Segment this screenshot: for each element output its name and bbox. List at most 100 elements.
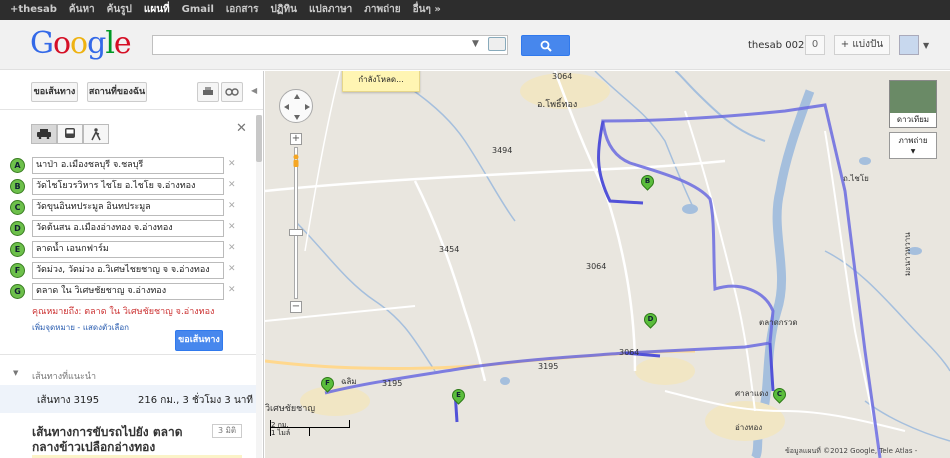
waypoint-input-a[interactable]: นาป่า อ.เมืองชลบุรี จ.ชลบุรี — [32, 157, 224, 174]
triangle-down-icon[interactable]: ▼ — [13, 369, 18, 377]
topbar-calendar-link[interactable]: ปฏิทิน — [264, 0, 303, 20]
map-label: 3454 — [439, 245, 460, 254]
share-button[interactable]: + แบ่งปัน — [834, 35, 890, 55]
topbar-docs-link[interactable]: เอกสาร — [220, 0, 265, 20]
marker-e-icon[interactable]: E — [10, 242, 25, 257]
pan-arrows-icon — [284, 94, 310, 120]
3d-view-button[interactable]: 3 มิติ — [212, 424, 242, 438]
remove-waypoint-icon[interactable]: ✕ — [228, 159, 236, 169]
google-top-bar: +thesab ค้นหา ค้นรูป แผนที่ Gmail เอกสาร… — [0, 0, 950, 20]
print-icon[interactable] — [197, 82, 219, 102]
marker-g-icon[interactable]: G — [10, 284, 25, 299]
notification-count[interactable]: 0 — [805, 35, 825, 55]
get-directions-tab[interactable]: ขอเส้นทาง — [31, 82, 78, 102]
loading-indicator: กำลังโหลด... — [342, 71, 420, 92]
zoom-track[interactable] — [294, 147, 298, 299]
map-label: 3064 — [552, 72, 573, 81]
collapse-panel-icon[interactable]: ◀ — [251, 86, 257, 95]
search-input[interactable] — [152, 35, 508, 55]
pan-control[interactable] — [279, 89, 313, 123]
map-label: 3064 — [586, 262, 607, 271]
zoom-handle[interactable] — [289, 229, 303, 236]
map-canvas[interactable]: กำลังโหลด... อ.โพธิ์ทอง 3064 3494 ถ.ไชโย… — [265, 71, 950, 458]
map-label: 3195 — [538, 362, 559, 371]
zoom-slider[interactable]: + − — [288, 133, 304, 313]
topbar-photos-link[interactable]: ภาพถ่าย — [358, 0, 406, 20]
topbar-gmail-link[interactable]: Gmail — [176, 0, 220, 20]
chevron-down-icon: ▼ — [910, 148, 916, 155]
photos-label: ภาพถ่าย — [898, 136, 928, 145]
map-label: อ.โพธิ์ทอง — [537, 100, 578, 110]
suggested-routes-title: เส้นทางที่แนะนำ — [32, 372, 97, 382]
link-icon[interactable] — [221, 82, 243, 102]
header: Google ▼ thesab 002 0 + แบ่งปัน ▼ — [0, 20, 950, 70]
waypoint-input-e[interactable]: ลาดน้ำ เอนกฟาร์ม — [32, 241, 224, 258]
marker-f-icon[interactable]: F — [10, 263, 25, 278]
search-button[interactable] — [521, 35, 570, 56]
get-directions-button[interactable]: ขอเส้นทาง — [175, 330, 223, 351]
divider — [0, 109, 263, 110]
walking-icon — [91, 128, 101, 141]
waypoint-input-b[interactable]: วัดไชโยวรวิหาร ไชโย อ.ไชโย จ.อ่างทอง — [32, 178, 224, 195]
map-label: 3494 — [492, 146, 513, 155]
waypoint-input-d[interactable]: วัดต้นสน อ.เมืองอ่างทอง จ.อ่างทอง — [32, 220, 224, 237]
topbar-more-link[interactable]: อื่นๆ » — [407, 0, 447, 20]
close-icon[interactable]: ✕ — [236, 121, 247, 136]
scrollbar-thumb[interactable] — [256, 115, 262, 162]
satellite-button[interactable]: ดาวเทียม — [889, 80, 937, 128]
topbar-maps-link[interactable]: แผนที่ — [138, 0, 176, 20]
scale-mi: 1 ไมล์ — [271, 429, 291, 437]
zoom-in-button[interactable]: + — [290, 133, 302, 145]
map-label: 3064 — [619, 348, 640, 357]
directions-panel: ขอเส้นทาง สถานที่ของฉัน ◀ ✕ A นาป่า อ.เม… — [0, 71, 264, 458]
topbar-images-link[interactable]: ค้นรูป — [101, 0, 138, 20]
route-stats: 216 กม., 3 ชั่วโมง 3 นาที — [138, 395, 253, 406]
map-label: ถ.ไชโย — [843, 174, 869, 183]
photos-layer-button[interactable]: ภาพถ่าย ▼ — [889, 132, 937, 159]
remove-waypoint-icon[interactable]: ✕ — [228, 264, 236, 274]
topbar-search-link[interactable]: ค้นหา — [63, 0, 101, 20]
google-logo[interactable]: Google — [30, 26, 132, 61]
marker-c-icon[interactable]: C — [10, 200, 25, 215]
map-label: ตลาดกรวด — [759, 318, 798, 327]
pegman-icon[interactable] — [288, 153, 304, 169]
route-name: เส้นทาง 3195 — [37, 395, 100, 406]
remove-waypoint-icon[interactable]: ✕ — [228, 180, 236, 190]
map-attribution: ข้อมูลแผนที่ ©2012 Google, Tele Atlas - — [785, 447, 918, 455]
waypoint-input-f[interactable]: วัดม่วง, วัดม่วง อ.วิเศษไชยชาญ จ จ.อ่างท… — [32, 262, 224, 279]
scrollbar-track[interactable] — [256, 115, 262, 458]
user-name[interactable]: thesab 002 — [748, 40, 804, 51]
zoom-out-button[interactable]: − — [290, 301, 302, 313]
remove-waypoint-icon[interactable]: ✕ — [228, 201, 236, 211]
remove-waypoint-icon[interactable]: ✕ — [228, 243, 236, 253]
waypoint-input-g[interactable]: ตลาด ใน วิเศษชัยชาญ จ.อ่างทอง — [32, 283, 224, 300]
topbar-translate-link[interactable]: แปลภาษา — [303, 0, 358, 20]
marker-d-icon[interactable]: D — [10, 221, 25, 236]
transit-mode-button[interactable] — [57, 124, 83, 144]
chevron-down-icon[interactable]: ▼ — [923, 41, 929, 50]
add-destination-link[interactable]: เพิ่มจุดหมาย - แสดงตัวเลือก — [32, 321, 129, 334]
map-scale: 2 กม. 1 ไมล์ — [270, 420, 350, 437]
remove-waypoint-icon[interactable]: ✕ — [228, 285, 236, 295]
avatar[interactable] — [899, 35, 919, 55]
map-label: 3195 — [382, 379, 403, 388]
map-label: มะนาวหวาน — [903, 232, 912, 276]
topbar-profile-link[interactable]: +thesab — [4, 0, 63, 20]
map-label: ฉลิม — [341, 377, 357, 386]
divider — [0, 354, 263, 355]
car-mode-button[interactable] — [31, 124, 57, 144]
marker-b-icon[interactable]: B — [10, 179, 25, 194]
directions-title: เส้นทางการขับรถไปยัง ตลาดกลางข้าวเปลือกอ… — [32, 425, 183, 454]
route-option[interactable]: เส้นทาง 3195 216 กม., 3 ชั่วโมง 3 นาที — [0, 385, 256, 413]
map-label: วิเศษชัยชาญ — [265, 404, 315, 414]
map-label: อ่างทอง — [735, 423, 763, 432]
waypoint-input-c[interactable]: วัดขุนอินทประมูล อินทประมูล — [32, 199, 224, 216]
walking-mode-button[interactable] — [83, 124, 109, 144]
remove-waypoint-icon[interactable]: ✕ — [228, 222, 236, 232]
map-roads — [265, 71, 950, 458]
map-label: ศาลาแดง — [735, 389, 769, 398]
marker-a-icon[interactable]: A — [10, 158, 25, 173]
my-places-tab[interactable]: สถานที่ของฉัน — [87, 82, 147, 102]
search-icon — [540, 40, 552, 52]
did-you-mean-link[interactable]: คุณหมายถึง: ตลาด ใน วิเศษชัยชาญ จ.อ่างทอ… — [32, 304, 214, 318]
